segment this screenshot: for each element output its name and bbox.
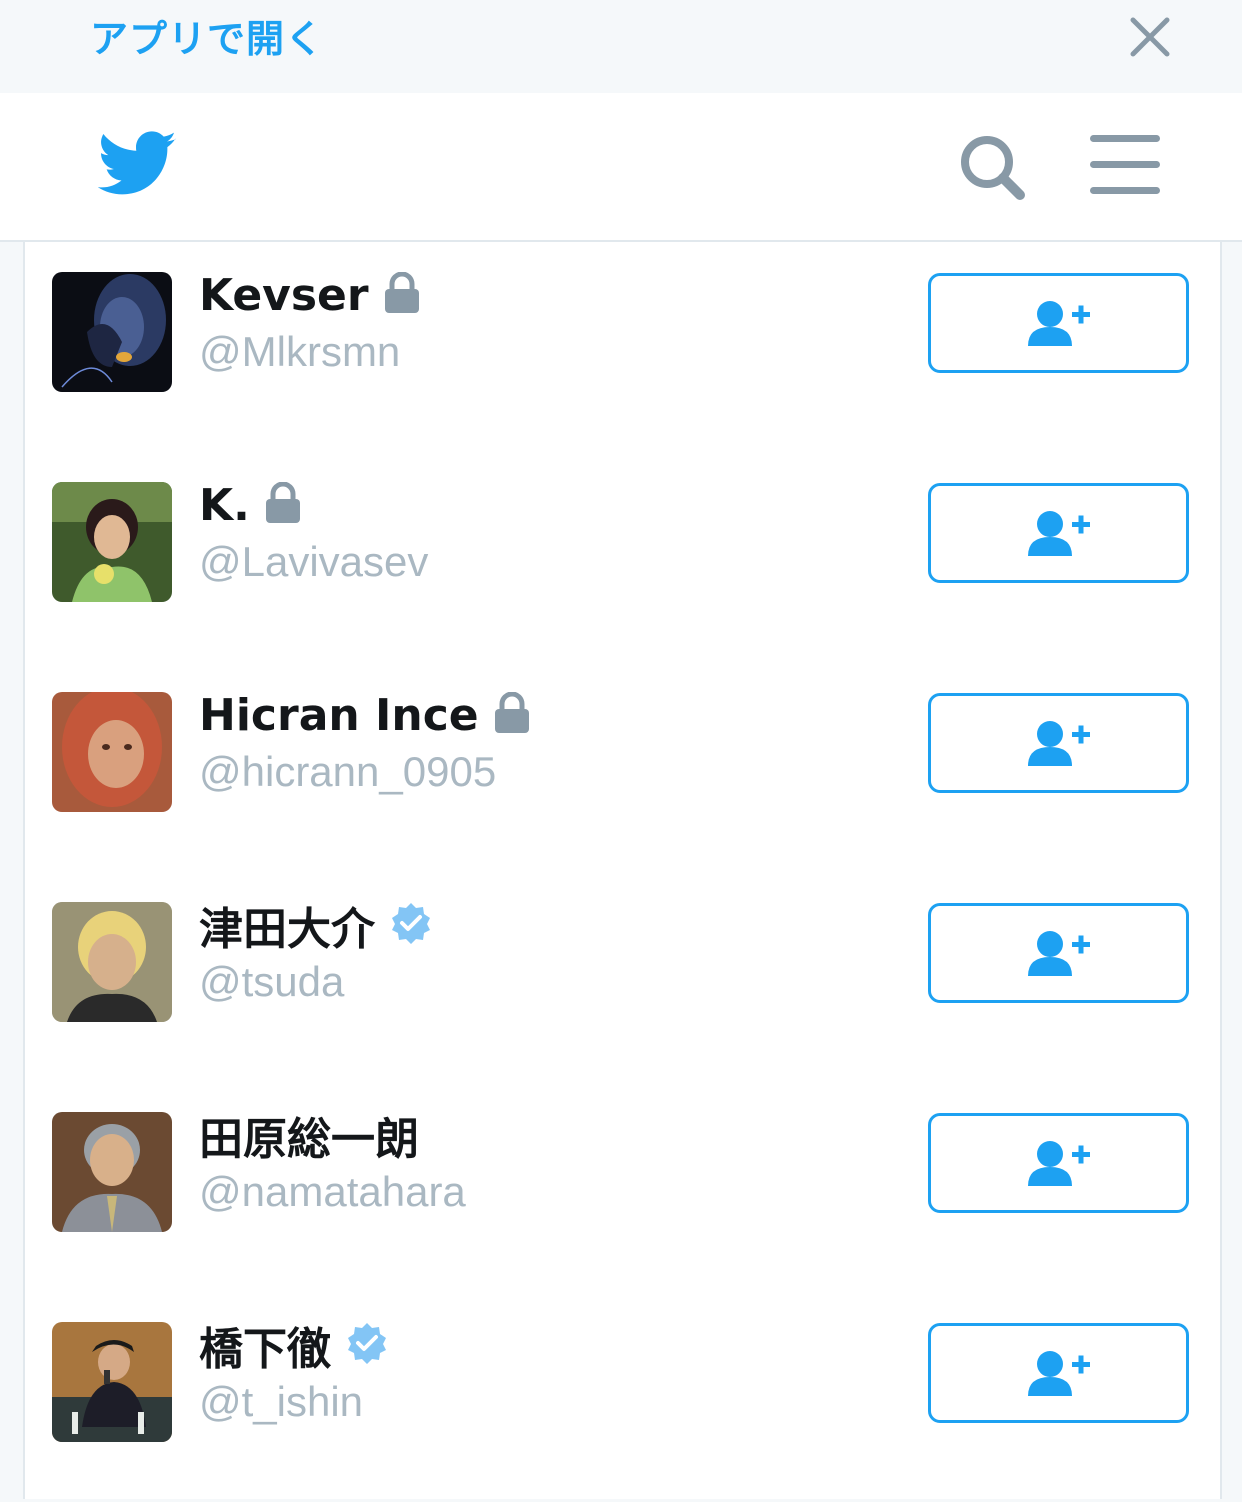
display-name[interactable]: K.	[199, 480, 250, 531]
user-name-line: Kevser	[199, 268, 421, 322]
avatar[interactable]	[52, 482, 172, 602]
display-name[interactable]: 橋下徹	[199, 1313, 331, 1377]
open-in-app-banner: アプリで開く	[0, 0, 1242, 93]
user-list-item: K. @Lavivasev	[25, 452, 1220, 662]
lock-icon	[264, 481, 302, 529]
avatar[interactable]	[52, 1112, 172, 1232]
display-name[interactable]: Kevser	[199, 270, 369, 321]
search-icon	[961, 136, 1025, 200]
display-name[interactable]: 津田大介	[199, 893, 375, 957]
menu-button[interactable]	[1088, 133, 1162, 199]
user-list-item: Kevser @Mlkrsmn	[25, 242, 1220, 452]
add-user-icon	[1027, 1141, 1090, 1186]
user-handle[interactable]: @Mlkrsmn	[199, 328, 400, 376]
add-user-icon	[1027, 301, 1090, 346]
display-name[interactable]: Hicran Ince	[199, 690, 479, 741]
user-name-line: 橋下徹	[199, 1318, 389, 1375]
close-banner-button[interactable]	[1125, 12, 1175, 62]
add-user-icon	[1027, 511, 1090, 556]
avatar[interactable]	[52, 692, 172, 812]
twitter-bird-icon[interactable]	[97, 131, 178, 197]
user-name-line: 田原総一朗	[199, 1108, 419, 1165]
add-user-icon	[1027, 721, 1090, 766]
user-name-line: 津田大介	[199, 898, 433, 955]
avatar[interactable]	[52, 1322, 172, 1442]
top-nav-bar	[0, 93, 1242, 242]
user-handle[interactable]: @namatahara	[199, 1168, 466, 1216]
user-list: Kevser @Mlkrsmn K. @Lavivasev Hicran Inc…	[23, 242, 1222, 1499]
lock-icon	[383, 271, 421, 319]
user-handle[interactable]: @Lavivasev	[199, 538, 428, 586]
follow-button[interactable]	[928, 273, 1189, 373]
user-list-item: Hicran Ince @hicrann_0905	[25, 662, 1220, 872]
user-list-item: 橋下徹 @t_ishin	[25, 1292, 1220, 1502]
user-handle[interactable]: @t_ishin	[199, 1378, 363, 1426]
follow-button[interactable]	[928, 1113, 1189, 1213]
follow-button[interactable]	[928, 1323, 1189, 1423]
hamburger-menu-icon	[1090, 135, 1160, 194]
display-name[interactable]: 田原総一朗	[199, 1103, 419, 1167]
verified-badge-icon	[389, 901, 433, 950]
user-name-line: Hicran Ince	[199, 688, 531, 742]
search-button[interactable]	[958, 133, 1028, 203]
add-user-icon	[1027, 931, 1090, 976]
user-list-item: 田原総一朗 @namatahara	[25, 1082, 1220, 1292]
user-list-item: 津田大介 @tsuda	[25, 872, 1220, 1082]
user-handle[interactable]: @hicrann_0905	[199, 748, 496, 796]
user-name-line: K.	[199, 478, 302, 532]
avatar[interactable]	[52, 272, 172, 392]
avatar[interactable]	[52, 902, 172, 1022]
follow-button[interactable]	[928, 903, 1189, 1003]
add-user-icon	[1027, 1351, 1090, 1396]
follow-button[interactable]	[928, 483, 1189, 583]
user-handle[interactable]: @tsuda	[199, 958, 344, 1006]
open-in-app-link[interactable]: アプリで開く	[90, 8, 324, 63]
close-icon	[1130, 17, 1170, 57]
lock-icon	[493, 691, 531, 739]
follow-button[interactable]	[928, 693, 1189, 793]
verified-badge-icon	[345, 1321, 389, 1370]
